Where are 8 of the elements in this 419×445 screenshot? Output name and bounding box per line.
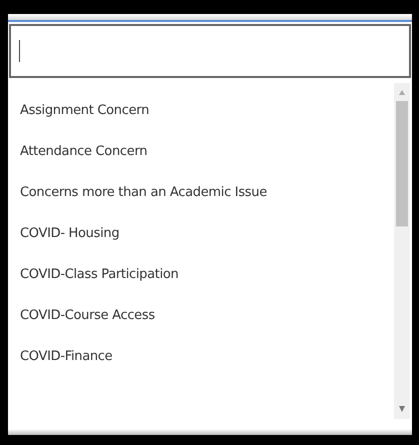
dropdown-option[interactable]: Assignment Concern <box>8 90 394 131</box>
dropdown-option[interactable]: Attendance Concern <box>8 131 394 172</box>
dropdown-option[interactable]: COVID-Class Participation <box>8 254 394 295</box>
dropdown-option[interactable]: COVID-Finance <box>8 336 394 377</box>
dropdown-option[interactable]: Concerns more than an Academic Issue <box>8 172 394 213</box>
search-field[interactable] <box>9 24 411 78</box>
dropdown-option[interactable]: COVID-Course Access <box>8 295 394 336</box>
dropdown-option[interactable]: COVID- Housing <box>8 213 394 254</box>
